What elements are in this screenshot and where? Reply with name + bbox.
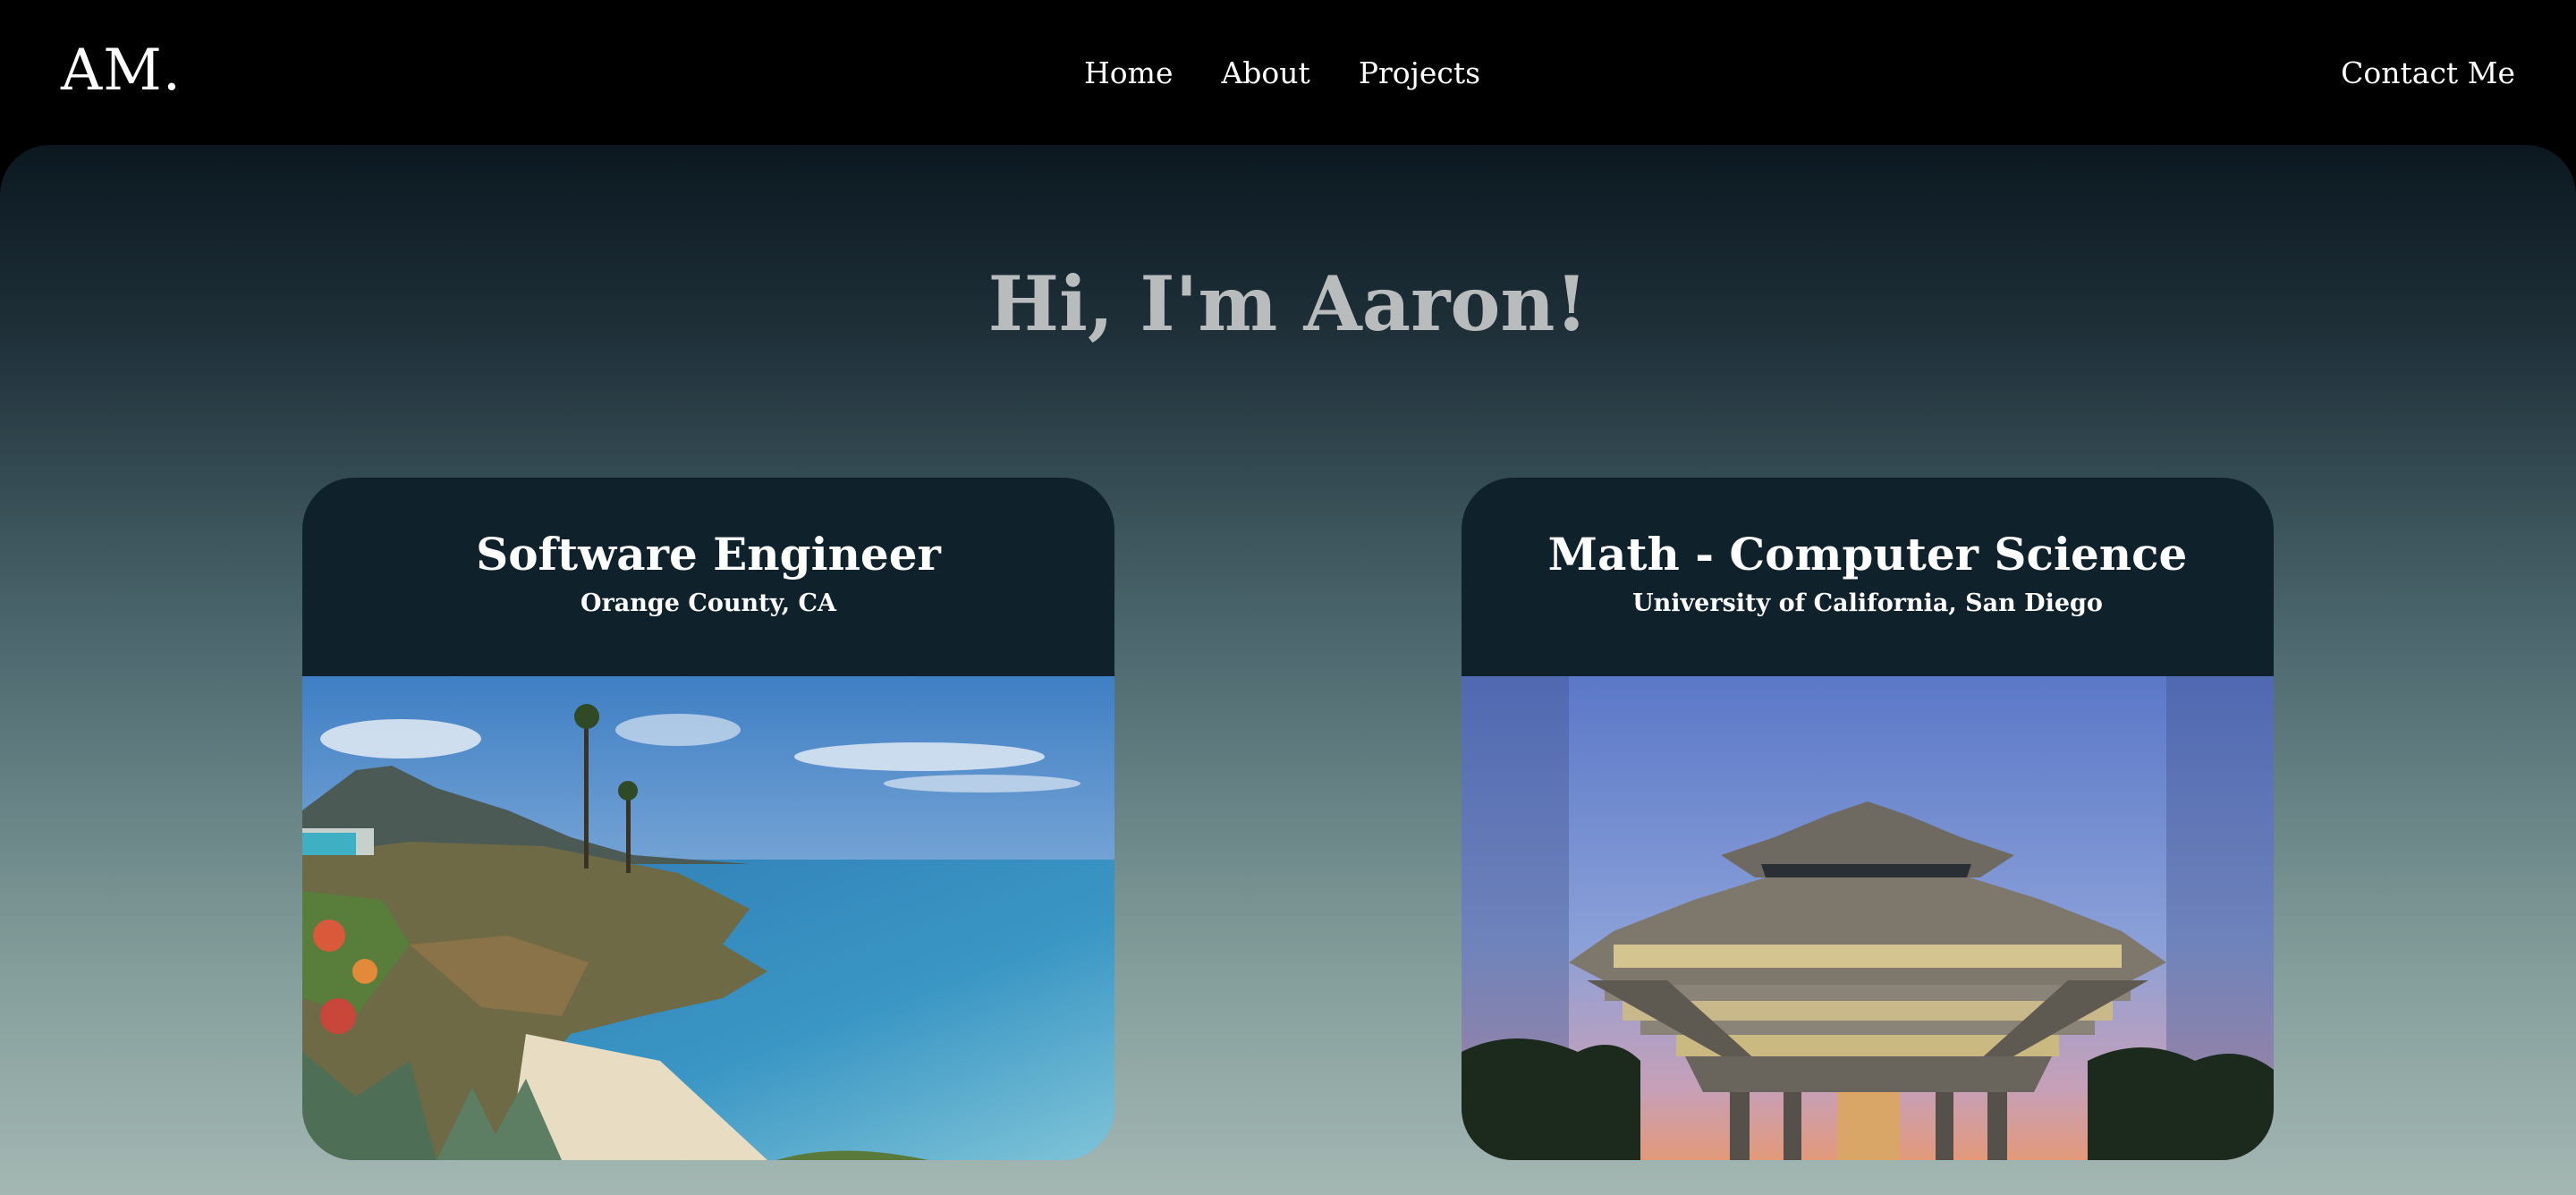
card-header: Math - Computer Science University of Ca… <box>1462 478 2274 676</box>
main-nav: Home About Projects <box>1084 55 1480 90</box>
library-building-photo <box>1462 676 2274 1160</box>
card-title: Software Engineer <box>476 528 941 581</box>
card-title: Math - Computer Science <box>1547 528 2188 581</box>
card-math-cs: Math - Computer Science University of Ca… <box>1462 478 2274 1160</box>
nav-home[interactable]: Home <box>1084 55 1173 90</box>
contact-link[interactable]: Contact Me <box>2341 55 2515 90</box>
nav-projects[interactable]: Projects <box>1359 55 1480 90</box>
card-header: Software Engineer Orange County, CA <box>302 478 1114 676</box>
navbar: AM. Home About Projects Contact Me <box>0 0 2576 145</box>
nav-about[interactable]: About <box>1221 55 1309 90</box>
hero-section: Hi, I'm Aaron! Software Engineer Orange … <box>0 145 2576 1195</box>
card-software-engineer: Software Engineer Orange County, CA <box>302 478 1114 1160</box>
coastline-photo <box>302 676 1114 1160</box>
card-subtitle: University of California, San Diego <box>1632 589 2103 617</box>
hero-greeting: Hi, I'm Aaron! <box>987 259 1589 348</box>
card-subtitle: Orange County, CA <box>580 589 836 617</box>
logo[interactable]: AM. <box>61 38 182 104</box>
